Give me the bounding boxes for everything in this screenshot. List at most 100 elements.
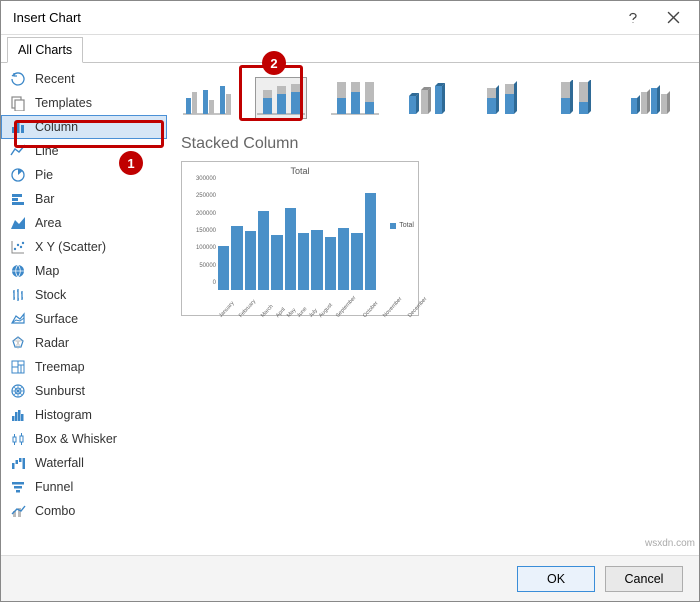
x-tick-label: January bbox=[218, 300, 236, 319]
templates-icon bbox=[9, 94, 27, 112]
radar-icon bbox=[9, 334, 27, 352]
preview-bar bbox=[365, 193, 376, 290]
preview-bar bbox=[325, 237, 336, 290]
sidebar-item-label: Surface bbox=[35, 312, 78, 326]
subtype-3d-column[interactable] bbox=[625, 77, 677, 119]
subtype-row bbox=[175, 73, 695, 133]
subtype-3d-stacked-column[interactable] bbox=[477, 77, 529, 119]
sidebar-item-recent[interactable]: Recent bbox=[1, 67, 167, 91]
sidebar-item-bar[interactable]: Bar bbox=[1, 187, 167, 211]
x-tick-label: March bbox=[260, 304, 275, 319]
y-tick-label: 0 bbox=[186, 280, 216, 286]
x-tick-label: September bbox=[335, 295, 357, 319]
sidebar-item-surface[interactable]: Surface bbox=[1, 307, 167, 331]
histogram-icon bbox=[9, 406, 27, 424]
y-tick-label: 200000 bbox=[186, 211, 216, 217]
sidebar-item-boxwhisker[interactable]: Box & Whisker bbox=[1, 427, 167, 451]
selected-subtype-name: Stacked Column bbox=[181, 135, 695, 153]
subtype-clustered-column[interactable] bbox=[181, 77, 233, 119]
x-tick-label: December bbox=[407, 296, 428, 319]
preview-bar bbox=[218, 246, 229, 290]
preview-bar bbox=[285, 208, 296, 291]
sidebar-item-label: Templates bbox=[35, 96, 92, 110]
y-axis-labels: 300000250000200000150000100000500000 bbox=[186, 176, 216, 286]
subtype-stacked-column[interactable] bbox=[255, 77, 307, 119]
dialog-footer: OK Cancel bbox=[1, 555, 699, 601]
funnel-icon bbox=[9, 478, 27, 496]
sidebar-item-label: Pie bbox=[35, 168, 53, 182]
chart-category-sidebar: Recent Templates Column Line Pie Bar Are… bbox=[1, 63, 167, 555]
help-button[interactable] bbox=[613, 3, 653, 33]
sidebar-item-label: Line bbox=[35, 144, 59, 158]
subtype-3d-clustered-column[interactable] bbox=[403, 77, 455, 119]
sidebar-item-column[interactable]: Column bbox=[1, 115, 167, 139]
sidebar-item-combo[interactable]: Combo bbox=[1, 499, 167, 523]
stock-icon bbox=[9, 286, 27, 304]
preview-bar bbox=[245, 231, 256, 290]
bar-icon bbox=[9, 190, 27, 208]
sidebar-item-waterfall[interactable]: Waterfall bbox=[1, 451, 167, 475]
watermark: wsxdn.com bbox=[645, 538, 695, 549]
y-tick-label: 150000 bbox=[186, 228, 216, 234]
help-icon bbox=[627, 12, 639, 24]
insert-chart-dialog: Insert Chart All Charts Recent Templates… bbox=[0, 0, 700, 602]
sidebar-item-label: Column bbox=[35, 120, 78, 134]
scatter-icon bbox=[9, 238, 27, 256]
sidebar-item-sunburst[interactable]: Sunburst bbox=[1, 379, 167, 403]
subtype-3d-100-stacked-column[interactable] bbox=[551, 77, 603, 119]
x-tick-label: June bbox=[296, 306, 308, 319]
x-tick-label: February bbox=[238, 299, 257, 319]
sidebar-item-label: Bar bbox=[35, 192, 54, 206]
sidebar-item-line[interactable]: Line bbox=[1, 139, 167, 163]
close-icon bbox=[667, 11, 680, 24]
preview-plot-area bbox=[218, 180, 376, 290]
ok-button[interactable]: OK bbox=[517, 566, 595, 592]
preview-bar bbox=[351, 233, 362, 290]
sidebar-item-label: Area bbox=[35, 216, 61, 230]
y-tick-label: 100000 bbox=[186, 245, 216, 251]
recent-icon bbox=[9, 70, 27, 88]
sidebar-item-label: Waterfall bbox=[35, 456, 84, 470]
subtype-100-stacked-column[interactable] bbox=[329, 77, 381, 119]
sidebar-item-label: Recent bbox=[35, 72, 75, 86]
sidebar-item-templates[interactable]: Templates bbox=[1, 91, 167, 115]
chart-subtype-panel: Stacked Column Total 3000002500002000001… bbox=[167, 63, 699, 555]
tab-all-charts[interactable]: All Charts bbox=[7, 37, 83, 63]
sidebar-item-pie[interactable]: Pie bbox=[1, 163, 167, 187]
preview-bar bbox=[311, 230, 322, 291]
preview-bar bbox=[231, 226, 242, 290]
sidebar-item-area[interactable]: Area bbox=[1, 211, 167, 235]
sidebar-item-label: Funnel bbox=[35, 480, 73, 494]
legend-label: Total bbox=[399, 222, 414, 229]
sidebar-item-radar[interactable]: Radar bbox=[1, 331, 167, 355]
x-tick-label: August bbox=[318, 302, 334, 319]
sidebar-item-label: Radar bbox=[35, 336, 69, 350]
x-axis-labels: JanuaryFebruaryMarchAprilMayJuneJulyAugu… bbox=[218, 307, 376, 313]
x-tick-label: May bbox=[286, 307, 297, 319]
preview-bar bbox=[338, 228, 349, 290]
preview-bar bbox=[298, 233, 309, 290]
waterfall-icon bbox=[9, 454, 27, 472]
line-icon bbox=[9, 142, 27, 160]
dialog-title: Insert Chart bbox=[13, 10, 613, 25]
sidebar-item-stock[interactable]: Stock bbox=[1, 283, 167, 307]
cancel-button[interactable]: Cancel bbox=[605, 566, 683, 592]
sidebar-item-label: Stock bbox=[35, 288, 66, 302]
x-tick-label: October bbox=[362, 300, 380, 319]
sidebar-item-label: X Y (Scatter) bbox=[35, 240, 106, 254]
sidebar-item-label: Treemap bbox=[35, 360, 85, 374]
sidebar-item-map[interactable]: Map bbox=[1, 259, 167, 283]
sidebar-item-funnel[interactable]: Funnel bbox=[1, 475, 167, 499]
area-icon bbox=[9, 214, 27, 232]
boxwhisker-icon bbox=[9, 430, 27, 448]
legend-swatch bbox=[390, 223, 396, 229]
sidebar-item-treemap[interactable]: Treemap bbox=[1, 355, 167, 379]
sidebar-item-scatter[interactable]: X Y (Scatter) bbox=[1, 235, 167, 259]
sidebar-item-histogram[interactable]: Histogram bbox=[1, 403, 167, 427]
sidebar-item-label: Sunburst bbox=[35, 384, 85, 398]
sidebar-item-label: Histogram bbox=[35, 408, 92, 422]
close-button[interactable] bbox=[653, 3, 693, 33]
chart-preview[interactable]: Total 3000002500002000001500001000005000… bbox=[181, 161, 419, 316]
y-tick-label: 250000 bbox=[186, 193, 216, 199]
sidebar-item-label: Box & Whisker bbox=[35, 432, 117, 446]
